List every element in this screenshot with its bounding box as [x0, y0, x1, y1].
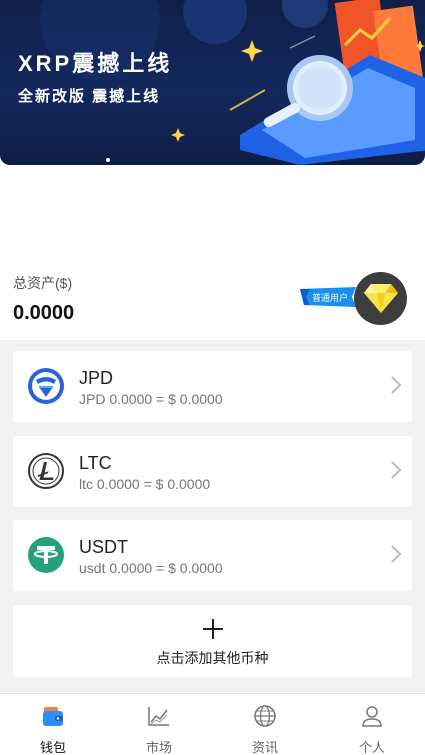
- chart-icon: [148, 707, 169, 726]
- coin-name: USDT: [79, 537, 128, 557]
- tab-wallet[interactable]: 钱包: [0, 694, 106, 755]
- coin-item-jpd[interactable]: JPD JPD 0.0000 = $ 0.0000: [13, 351, 412, 422]
- wallet-icon: [43, 707, 63, 726]
- tab-label: 钱包: [39, 740, 66, 755]
- coin-balance: usdt 0.0000 = $ 0.0000: [79, 560, 223, 576]
- tab-profile[interactable]: 个人: [319, 694, 425, 755]
- coin-name: LTC: [79, 453, 112, 473]
- bottom-tab-bar: 钱包 市场 资讯 个人: [0, 693, 425, 755]
- jpd-logo-icon: [28, 368, 64, 404]
- tab-label: 个人: [358, 740, 385, 755]
- coin-item-usdt[interactable]: USDT usdt 0.0000 = $ 0.0000: [13, 520, 412, 591]
- globe-icon: [254, 705, 276, 727]
- chevron-right-icon: [391, 376, 402, 394]
- banner-illustration: [106, 0, 425, 165]
- coin-balance: ltc 0.0000 = $ 0.0000: [79, 476, 211, 492]
- tab-label: 市场: [145, 740, 172, 755]
- chevron-right-icon: [391, 461, 402, 479]
- banner-title: XRP震撼上线: [18, 51, 173, 76]
- add-coin-label: 点击添加其他币种: [156, 650, 269, 666]
- tab-market[interactable]: 市场: [106, 694, 212, 755]
- promo-banner[interactable]: XRP震撼上线 全新改版 震撼上线: [0, 0, 425, 165]
- user-level-badge[interactable]: [354, 272, 407, 325]
- tab-label: 资讯: [251, 740, 278, 755]
- tab-news[interactable]: 资讯: [212, 694, 318, 755]
- add-coin-button[interactable]: 点击添加其他币种: [13, 605, 412, 677]
- tether-icon: [28, 537, 64, 573]
- app-root: XRP震撼上线 全新改版 震撼上线 总资产($) 0.0000 普通用户 JPD…: [0, 0, 425, 755]
- diamond-icon: [364, 284, 398, 313]
- chevron-right-icon: [391, 545, 402, 563]
- plus-icon: [203, 619, 223, 639]
- coin-balance: JPD 0.0000 = $ 0.0000: [79, 391, 223, 407]
- total-assets-value: 0.0000: [13, 302, 75, 324]
- coin-item-ltc[interactable]: LTC ltc 0.0000 = $ 0.0000: [13, 436, 412, 507]
- coin-name: JPD: [79, 368, 114, 388]
- litecoin-icon: [28, 453, 64, 489]
- user-level-label: 普通用户: [312, 293, 349, 303]
- total-assets-label: 总资产($): [13, 275, 73, 291]
- user-icon: [362, 706, 382, 727]
- banner-subtitle: 全新改版 震撼上线: [18, 88, 161, 105]
